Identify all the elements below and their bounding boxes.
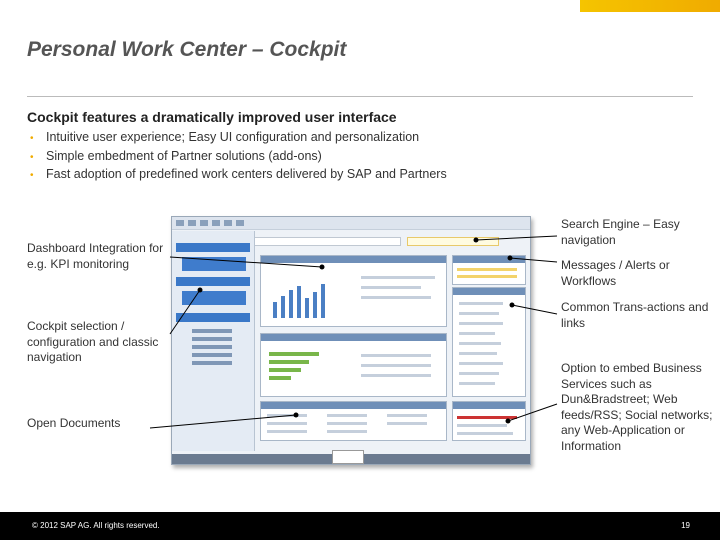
connector-dot bbox=[507, 255, 513, 261]
connector-dot bbox=[319, 264, 325, 270]
connector-dot bbox=[509, 302, 515, 308]
connector-line bbox=[149, 414, 297, 429]
copyright-notice: © 2012 SAP AG. All rights reserved. bbox=[32, 521, 160, 530]
connector-line bbox=[169, 289, 201, 335]
connector-line bbox=[507, 403, 558, 422]
connector-line bbox=[509, 257, 558, 263]
slide-footer: © 2012 SAP AG. All rights reserved. 19 bbox=[0, 512, 720, 540]
callout-connectors bbox=[149, 235, 558, 429]
connector-line bbox=[169, 256, 323, 268]
connector-dot bbox=[293, 412, 299, 418]
connector-dot bbox=[473, 237, 479, 243]
connector-line bbox=[475, 235, 558, 241]
connector-line bbox=[511, 304, 558, 315]
connector-dot bbox=[197, 287, 203, 293]
connector-dot bbox=[505, 418, 511, 424]
page-number: 19 bbox=[681, 521, 690, 530]
